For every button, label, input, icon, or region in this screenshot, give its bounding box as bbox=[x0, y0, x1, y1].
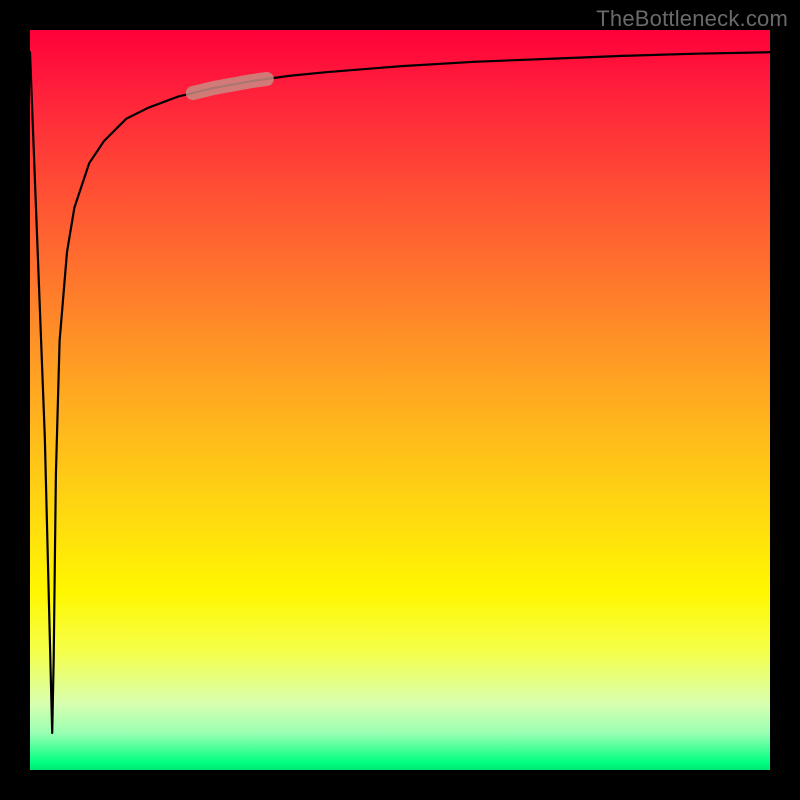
chart-container: TheBottleneck.com bbox=[0, 0, 800, 800]
bottleneck-curve bbox=[30, 52, 770, 733]
chart-svg bbox=[30, 30, 770, 770]
curve-highlight-segment bbox=[193, 79, 267, 93]
watermark-text: TheBottleneck.com bbox=[596, 6, 788, 32]
